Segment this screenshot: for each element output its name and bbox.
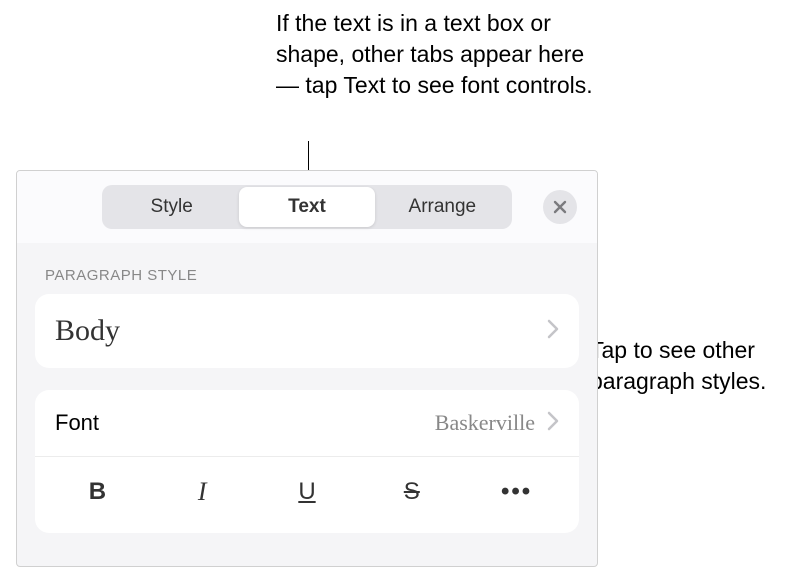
format-panel: Style Text Arrange PARAGRAPH STYLE Body … [16,170,598,567]
italic-button[interactable]: I [150,469,255,515]
font-card: Font Baskerville B I U S ••• [35,390,579,533]
paragraph-style-current: Body [55,314,120,348]
bold-button[interactable]: B [45,470,150,514]
callout-line [308,141,309,171]
close-icon [552,199,568,215]
panel-header: Style Text Arrange [17,171,597,243]
close-button[interactable] [543,190,577,224]
paragraph-style-row[interactable]: Body [35,294,579,368]
section-label-paragraph-style: PARAGRAPH STYLE [17,243,597,294]
chevron-right-icon [547,319,559,344]
callout-text-right: Tap to see other paragraph styles. [590,335,800,397]
format-row: B I U S ••• [35,457,579,533]
chevron-right-icon [547,411,559,436]
segmented-control: Style Text Arrange [102,185,512,229]
font-value: Baskerville [435,410,535,436]
more-options-button[interactable]: ••• [464,470,569,514]
underline-button[interactable]: U [255,470,360,514]
tab-arrange[interactable]: Arrange [375,187,510,227]
font-row[interactable]: Font Baskerville [35,390,579,457]
strikethrough-button[interactable]: S [359,470,464,514]
tab-text[interactable]: Text [239,187,374,227]
callout-text-top: If the text is in a text box or shape, o… [276,8,596,101]
font-label: Font [55,410,99,436]
paragraph-style-card: Body [35,294,579,368]
tab-style[interactable]: Style [104,187,239,227]
